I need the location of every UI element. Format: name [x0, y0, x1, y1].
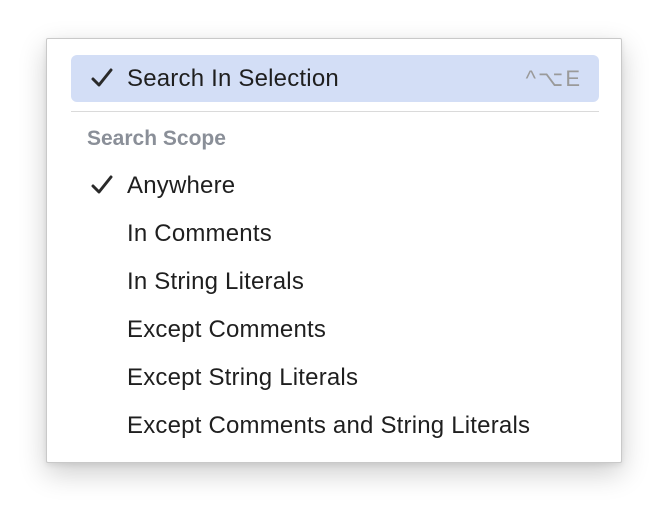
menu-item-except-comments-and-string-literals[interactable]: Except Comments and String Literals: [71, 402, 599, 449]
menu-item-except-string-literals[interactable]: Except String Literals: [71, 354, 599, 401]
menu-item-label: In Comments: [127, 219, 272, 247]
menu-separator: [71, 111, 599, 112]
menu-item-label: Except String Literals: [127, 363, 359, 391]
menu-item-label: Except Comments: [127, 315, 327, 343]
keyboard-shortcut: ^⌥E: [525, 65, 582, 91]
checkmark-icon: [91, 175, 113, 194]
menu-item-anywhere[interactable]: Anywhere: [71, 162, 599, 209]
menu-item-except-comments[interactable]: Except Comments: [71, 306, 599, 353]
checkmark-icon: [91, 68, 113, 87]
search-options-menu: Search In Selection ^⌥E Search Scope Any…: [46, 38, 622, 463]
menu-item-search-in-selection[interactable]: Search In Selection ^⌥E: [71, 55, 599, 102]
menu-item-label: Anywhere: [127, 171, 236, 199]
menu-item-label: Except Comments and String Literals: [127, 411, 531, 439]
menu-item-label: In String Literals: [127, 267, 305, 295]
menu-item-in-string-literals[interactable]: In String Literals: [71, 258, 599, 305]
menu-item-in-comments[interactable]: In Comments: [71, 210, 599, 257]
menu-item-label: Search In Selection: [127, 64, 339, 92]
section-header-search-scope: Search Scope: [87, 127, 226, 150]
